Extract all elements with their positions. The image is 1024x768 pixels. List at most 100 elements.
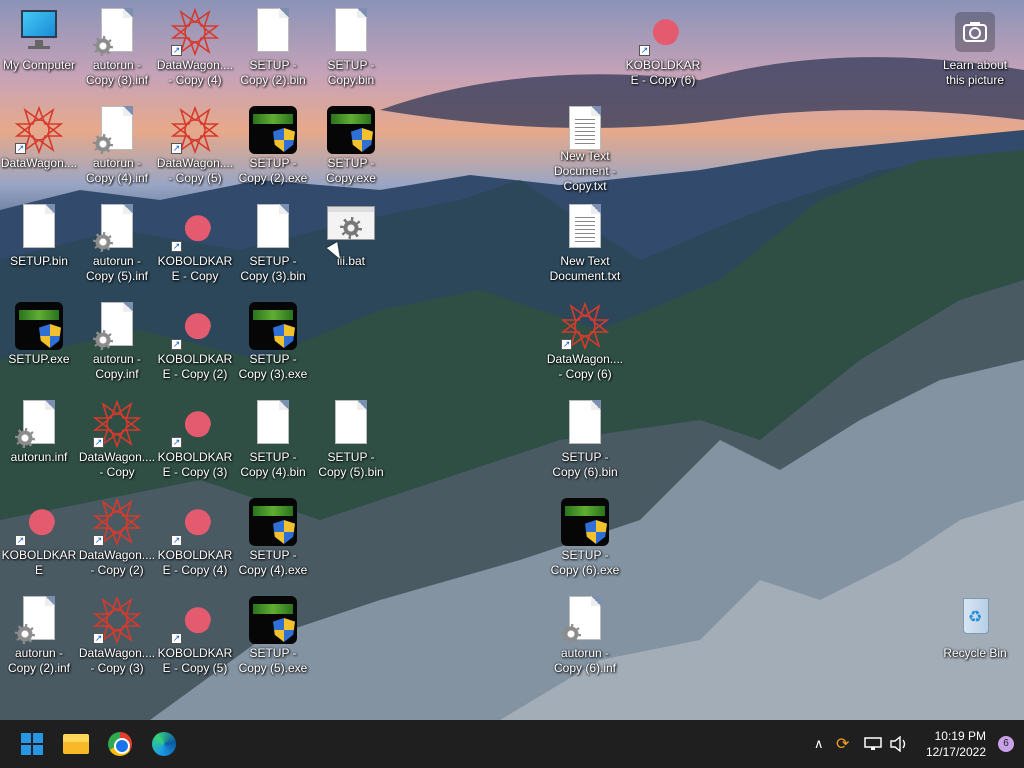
datawagon-star-icon: ↗ bbox=[171, 8, 219, 56]
recycle-bin-icon bbox=[951, 596, 999, 644]
koboldkare-icon: ↗ bbox=[171, 400, 219, 448]
desktop-icon-setup-copy3-exe[interactable]: SETUP - Copy (3).exe bbox=[234, 294, 312, 390]
setup-exe-icon bbox=[249, 596, 297, 644]
datawagon-star-icon: ↗ bbox=[561, 302, 609, 350]
start-button[interactable] bbox=[16, 728, 48, 760]
desktop-icon-koboldkare-copy[interactable]: ↗ KOBOLDKARE - Copy bbox=[156, 196, 234, 292]
desktop-icon-my-computer[interactable]: My Computer bbox=[0, 0, 78, 96]
camera-icon bbox=[938, 8, 1012, 56]
setup-exe-icon bbox=[249, 106, 297, 154]
folder-icon bbox=[63, 734, 89, 754]
file-icon bbox=[15, 204, 63, 252]
clock-date: 12/17/2022 bbox=[925, 745, 986, 759]
desktop-icon-setup-copy4-exe[interactable]: SETUP - Copy (4).exe bbox=[234, 490, 312, 586]
desktop-icon-setup-bin[interactable]: SETUP.bin bbox=[0, 196, 78, 292]
windows-logo-icon bbox=[21, 733, 43, 755]
shortcut-arrow-icon: ↗ bbox=[15, 143, 26, 154]
text-document-icon bbox=[561, 204, 609, 252]
file-icon bbox=[561, 400, 609, 448]
koboldkare-icon: ↗ bbox=[171, 302, 219, 350]
datawagon-star-icon: ↗ bbox=[15, 106, 63, 154]
desktop-icon-setup-exe[interactable]: SETUP.exe bbox=[0, 294, 78, 390]
desktop-icon-setup-copy6-exe[interactable]: SETUP - Copy (6).exe bbox=[546, 490, 624, 586]
desktop-icon-datawagon-copy[interactable]: ↗ DataWagon.... - Copy bbox=[78, 392, 156, 488]
desktop-icon-setup-copy2-bin[interactable]: SETUP - Copy (2).bin bbox=[234, 0, 312, 96]
clock[interactable]: 10:19 PM 12/17/2022 bbox=[926, 728, 986, 760]
koboldkare-icon: ↗ bbox=[171, 498, 219, 546]
desktop-icon-recycle-bin[interactable]: Recycle Bin bbox=[936, 588, 1014, 684]
network-icon[interactable] bbox=[864, 720, 882, 768]
desktop-icon-koboldkare-copy2[interactable]: ↗ KOBOLDKARE - Copy (2) bbox=[156, 294, 234, 390]
desktop-icon-setup-copy2-exe[interactable]: SETUP - Copy (2).exe bbox=[234, 98, 312, 194]
desktop-icon-setup-copy-exe[interactable]: SETUP - Copy.exe bbox=[312, 98, 390, 194]
desktop-icon-datawagon-copy4[interactable]: ↗ DataWagon.... - Copy (4) bbox=[156, 0, 234, 96]
datawagon-star-icon: ↗ bbox=[93, 498, 141, 546]
koboldkare-icon: ↗ bbox=[639, 8, 687, 56]
file-icon bbox=[249, 8, 297, 56]
notification-badge[interactable]: 6 bbox=[998, 736, 1014, 752]
edge-icon bbox=[152, 732, 176, 756]
desktop-icon-setup-copy5-bin[interactable]: SETUP - Copy (5).bin bbox=[312, 392, 390, 488]
setup-exe-icon bbox=[249, 498, 297, 546]
datawagon-star-icon: ↗ bbox=[93, 596, 141, 644]
file-icon bbox=[327, 400, 375, 448]
desktop-icon-iii-bat[interactable]: iii.bat bbox=[312, 196, 390, 292]
datawagon-star-icon: ↗ bbox=[171, 106, 219, 154]
koboldkare-icon: ↗ bbox=[171, 204, 219, 252]
desktop-icon-koboldkare-copy5[interactable]: ↗ KOBOLDKARE - Copy (5) bbox=[156, 588, 234, 684]
datawagon-star-icon: ↗ bbox=[93, 400, 141, 448]
file-icon bbox=[327, 8, 375, 56]
inf-file-icon bbox=[93, 106, 141, 154]
setup-exe-icon bbox=[15, 302, 63, 350]
chevron-up-icon: ∧ bbox=[814, 736, 824, 751]
taskbar: ∧ ⟳ 10:19 PM 12/17/2022 6 bbox=[0, 720, 1024, 768]
desktop-icon-autorun-copy4[interactable]: autorun - Copy (4).inf bbox=[78, 98, 156, 194]
inf-file-icon bbox=[15, 400, 63, 448]
desktop-icon-autorun-copy[interactable]: autorun - Copy.inf bbox=[78, 294, 156, 390]
desktop-icon-koboldkare[interactable]: ↗ KOBOLDKARE bbox=[0, 490, 78, 586]
desktop-icon-autorun-inf[interactable]: autorun.inf bbox=[0, 392, 78, 488]
sync-status-icon[interactable]: ⟳ bbox=[836, 720, 849, 768]
inf-file-icon bbox=[93, 302, 141, 350]
chrome-button[interactable] bbox=[104, 728, 136, 760]
setup-exe-icon bbox=[327, 106, 375, 154]
desktop-icon-autorun-copy6[interactable]: autorun - Copy (6).inf bbox=[546, 588, 624, 684]
desktop-icon-datawagon-copy6[interactable]: ↗ DataWagon.... - Copy (6) bbox=[546, 294, 624, 390]
inf-file-icon bbox=[93, 204, 141, 252]
desktop-icon-datawagon-copy2[interactable]: ↗ DataWagon.... - Copy (2) bbox=[78, 490, 156, 586]
edge-button[interactable] bbox=[148, 728, 180, 760]
setup-exe-icon bbox=[561, 498, 609, 546]
desktop-icon-autorun-copy5[interactable]: autorun - Copy (5).inf bbox=[78, 196, 156, 292]
text-document-icon bbox=[561, 106, 609, 150]
desktop-icon-datawagon-copy5[interactable]: ↗ DataWagon.... - Copy (5) bbox=[156, 98, 234, 194]
clock-time: 10:19 PM bbox=[934, 729, 986, 743]
file-icon bbox=[249, 400, 297, 448]
inf-file-icon bbox=[561, 596, 609, 644]
desktop-icon-autorun-copy2[interactable]: autorun - Copy (2).inf bbox=[0, 588, 78, 684]
koboldkare-icon: ↗ bbox=[171, 596, 219, 644]
desktop-icon-setup-copy6-bin[interactable]: SETUP - Copy (6).bin bbox=[546, 392, 624, 488]
desktop-icon-autorun-copy3[interactable]: autorun - Copy (3).inf bbox=[78, 0, 156, 96]
desktop-icon-datawagon[interactable]: ↗ DataWagon.... bbox=[0, 98, 78, 194]
file-icon bbox=[249, 204, 297, 252]
desktop-icon-new-text-copy[interactable]: New Text Document - Copy.txt bbox=[546, 98, 624, 194]
desktop-icon-setup-copy4-bin[interactable]: SETUP - Copy (4).bin bbox=[234, 392, 312, 488]
desktop-icon-koboldkare-copy3[interactable]: ↗ KOBOLDKARE - Copy (3) bbox=[156, 392, 234, 488]
desktop-icon-learn-about-picture[interactable]: Learn about this picture bbox=[936, 0, 1014, 96]
desktop-icon-setup-copy-bin[interactable]: SETUP - Copy.bin bbox=[312, 0, 390, 96]
desktop-icon-datawagon-copy3[interactable]: ↗ DataWagon.... - Copy (3) bbox=[78, 588, 156, 684]
desktop-icon-koboldkare-copy4[interactable]: ↗ KOBOLDKARE - Copy (4) bbox=[156, 490, 234, 586]
desktop-icon-new-text[interactable]: New Text Document.txt bbox=[546, 196, 624, 292]
desktop-icon-setup-copy3-bin[interactable]: SETUP - Copy (3).bin bbox=[234, 196, 312, 292]
chrome-icon bbox=[108, 732, 132, 756]
file-explorer-button[interactable] bbox=[60, 728, 92, 760]
koboldkare-icon: ↗ bbox=[15, 498, 63, 546]
computer-icon bbox=[15, 8, 63, 56]
desktop-icon-setup-copy5-exe[interactable]: SETUP - Copy (5).exe bbox=[234, 588, 312, 684]
volume-icon[interactable] bbox=[890, 720, 908, 768]
show-hidden-icons-button[interactable]: ∧ bbox=[814, 720, 824, 768]
inf-file-icon bbox=[15, 596, 63, 644]
setup-exe-icon bbox=[249, 302, 297, 350]
inf-file-icon bbox=[93, 8, 141, 56]
desktop-icon-koboldkare-copy6[interactable]: ↗ KOBOLDKARE - Copy (6) bbox=[624, 0, 702, 96]
